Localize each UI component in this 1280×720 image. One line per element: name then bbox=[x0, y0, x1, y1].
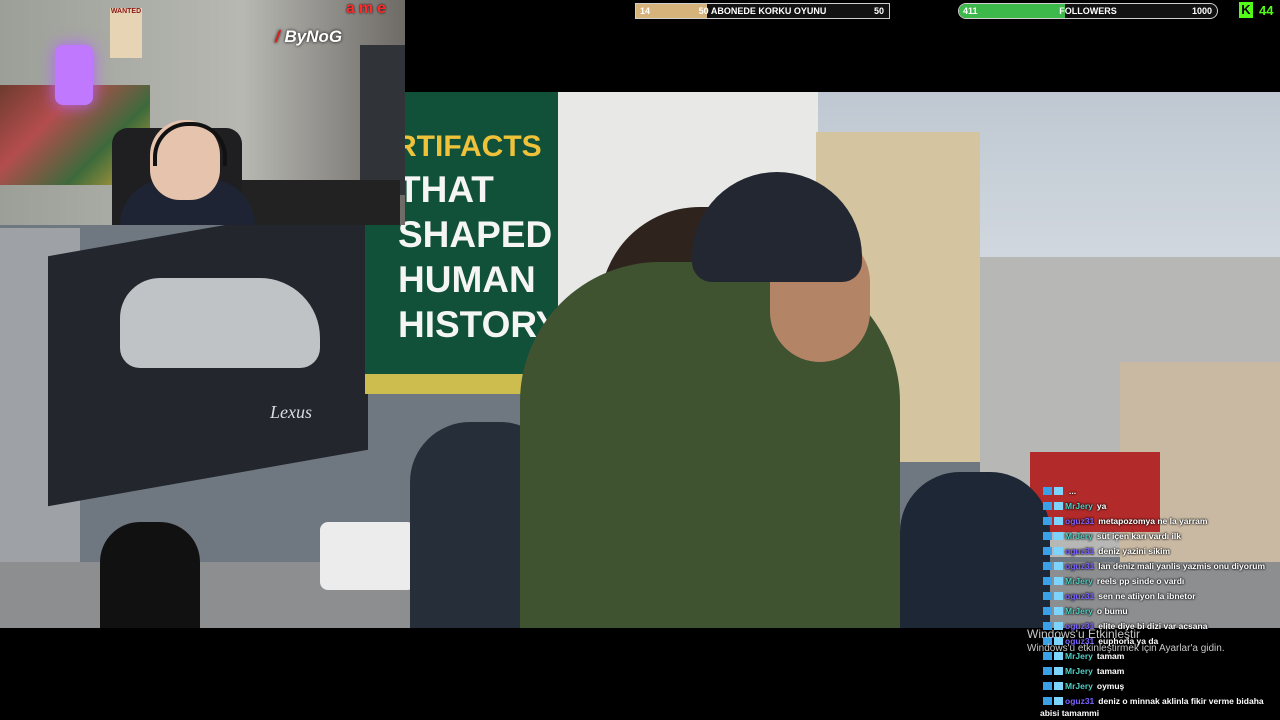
chat-badge-icon bbox=[1043, 682, 1052, 690]
subscriber-goal-label: 50 ABONEDE KORKU OYUNU bbox=[698, 6, 827, 16]
chat-badge-icon bbox=[1043, 487, 1052, 495]
chat-badge-icon bbox=[1054, 682, 1063, 690]
chat-overlay: ... MrJery ya oguz31 metapozomya ne la yarra… bbox=[1040, 484, 1280, 719]
chat-message: MrJery o bumu bbox=[1040, 604, 1280, 619]
chat-badge-icon bbox=[1054, 487, 1063, 495]
chat-username[interactable]: MrJery bbox=[1065, 576, 1093, 586]
chat-username[interactable]: MrJery bbox=[1065, 606, 1093, 616]
chat-badge-icon bbox=[1054, 667, 1063, 675]
logo-game-letters: ame bbox=[346, 0, 391, 17]
logo-brand: ByNo bbox=[284, 27, 329, 46]
chat-badge-icon bbox=[1054, 697, 1063, 705]
webcam-desk bbox=[240, 180, 400, 225]
chat-message: oguz31 deniz o minnak aklinla fikir verme… bbox=[1040, 694, 1280, 719]
chat-message: MrJery oymuş bbox=[1040, 679, 1280, 694]
chat-badge-icon bbox=[1043, 502, 1052, 510]
subscriber-goal-target: 50 bbox=[873, 6, 884, 16]
kick-logo-icon: K bbox=[1239, 2, 1253, 18]
followers-goal-label: FOLLOWERS bbox=[1059, 6, 1117, 16]
chat-username[interactable]: MrJery bbox=[1065, 666, 1093, 676]
chat-text: oymuş bbox=[1096, 681, 1125, 691]
chat-username[interactable]: MrJery bbox=[1065, 531, 1093, 541]
webcam-window bbox=[360, 45, 405, 195]
chat-message: oguz31 lan deniz mali yanlis yazmis onu d… bbox=[1040, 559, 1280, 574]
followers-goal-target: 1000 bbox=[1191, 6, 1212, 16]
chat-message: ... bbox=[1040, 484, 1280, 499]
chat-username[interactable]: MrJery bbox=[1065, 681, 1093, 691]
chat-badge-icon bbox=[1043, 607, 1052, 615]
windows-activation-title: Windows'u Etkinleştir bbox=[1027, 627, 1140, 641]
chat-badge-icon bbox=[1043, 547, 1052, 555]
chat-username[interactable]: oguz31 bbox=[1065, 516, 1094, 526]
logo-brand-suffix: G bbox=[328, 27, 343, 46]
chat-text: metapozomya ne la yarram bbox=[1098, 516, 1208, 526]
chat-badge-icon bbox=[1043, 517, 1052, 525]
chat-badge-icon bbox=[1054, 607, 1063, 615]
chat-message: oguz31 deniz yazini sikim bbox=[1040, 544, 1280, 559]
chat-message: MrJery ya bbox=[1040, 499, 1280, 514]
chat-text: deniz yazini sikim bbox=[1098, 546, 1171, 556]
white-van bbox=[320, 522, 415, 590]
billboard-artifacts-text: RTIFACTS bbox=[395, 130, 542, 163]
chat-text: lan deniz mali yanlis yazmis onu diyorum bbox=[1098, 561, 1266, 571]
chat-badge-icon bbox=[1054, 517, 1063, 525]
chat-badge-icon bbox=[1043, 562, 1052, 570]
chat-message: oguz31 sen ne atiiyon la ibnetor bbox=[1040, 589, 1280, 604]
chat-text: süt içen karı vardı ilk bbox=[1096, 531, 1181, 541]
chat-username[interactable]: oguz31 bbox=[1065, 591, 1094, 601]
chat-badge-icon bbox=[1043, 532, 1052, 540]
subscriber-goal-bar: 14 50 ABONEDE KORKU OYUNU 50 bbox=[635, 3, 890, 19]
chat-badge-icon bbox=[1043, 592, 1052, 600]
chat-text: o bumu bbox=[1096, 606, 1128, 616]
chat-username[interactable]: oguz31 bbox=[1065, 696, 1094, 706]
car-image bbox=[120, 278, 320, 368]
windows-activation-watermark: Windows'u Etkinleştir Windows'u etkinleş… bbox=[1027, 627, 1225, 654]
wanted-poster: WANTED bbox=[110, 8, 142, 58]
chat-badge-icon bbox=[1054, 502, 1063, 510]
chat-badge-icon bbox=[1043, 667, 1052, 675]
chat-message: MrJery reels pp sinde o vardı bbox=[1040, 574, 1280, 589]
chat-badge-icon bbox=[1043, 577, 1052, 585]
chat-text: ... bbox=[1069, 486, 1077, 496]
chat-badge-icon bbox=[1054, 547, 1063, 555]
microphone-icon bbox=[55, 45, 93, 105]
chat-username[interactable]: oguz31 bbox=[1065, 546, 1094, 556]
billboard-headline-text: THAT SHAPED HUMAN HISTORY bbox=[398, 169, 561, 345]
chat-badge-icon bbox=[1043, 697, 1052, 705]
chat-text: reels pp sinde o vardı bbox=[1096, 576, 1185, 586]
chat-username[interactable]: MrJery bbox=[1065, 501, 1093, 511]
kick-viewer-count: 44 bbox=[1259, 3, 1274, 18]
chat-text: sen ne atiiyon la ibnetor bbox=[1098, 591, 1196, 601]
pedestrian-right bbox=[900, 472, 1050, 628]
chat-message: MrJery tamam bbox=[1040, 664, 1280, 679]
webcam-overlay: WANTED / ByNoG ame bbox=[0, 0, 405, 225]
car-brand-text: Lexus bbox=[270, 402, 312, 422]
chat-badge-icon bbox=[1054, 562, 1063, 570]
pedestrian-left bbox=[100, 522, 200, 628]
chat-badge-icon bbox=[1054, 577, 1063, 585]
followers-goal-bar: 411 FOLLOWERS 1000 bbox=[958, 3, 1218, 19]
chat-text: tamam bbox=[1096, 666, 1125, 676]
chat-message: MrJery süt içen karı vardı ilk bbox=[1040, 529, 1280, 544]
channel-logo: / ByNoG bbox=[275, 27, 342, 47]
windows-activation-subtitle: Windows'u etkinleştirmek için Ayarlar'a … bbox=[1027, 643, 1225, 654]
chat-badge-icon bbox=[1054, 592, 1063, 600]
chat-text: ya bbox=[1096, 501, 1107, 511]
chat-message: oguz31 metapozomya ne la yarram bbox=[1040, 514, 1280, 529]
chat-username[interactable]: oguz31 bbox=[1065, 561, 1094, 571]
chat-badge-icon bbox=[1054, 532, 1063, 540]
